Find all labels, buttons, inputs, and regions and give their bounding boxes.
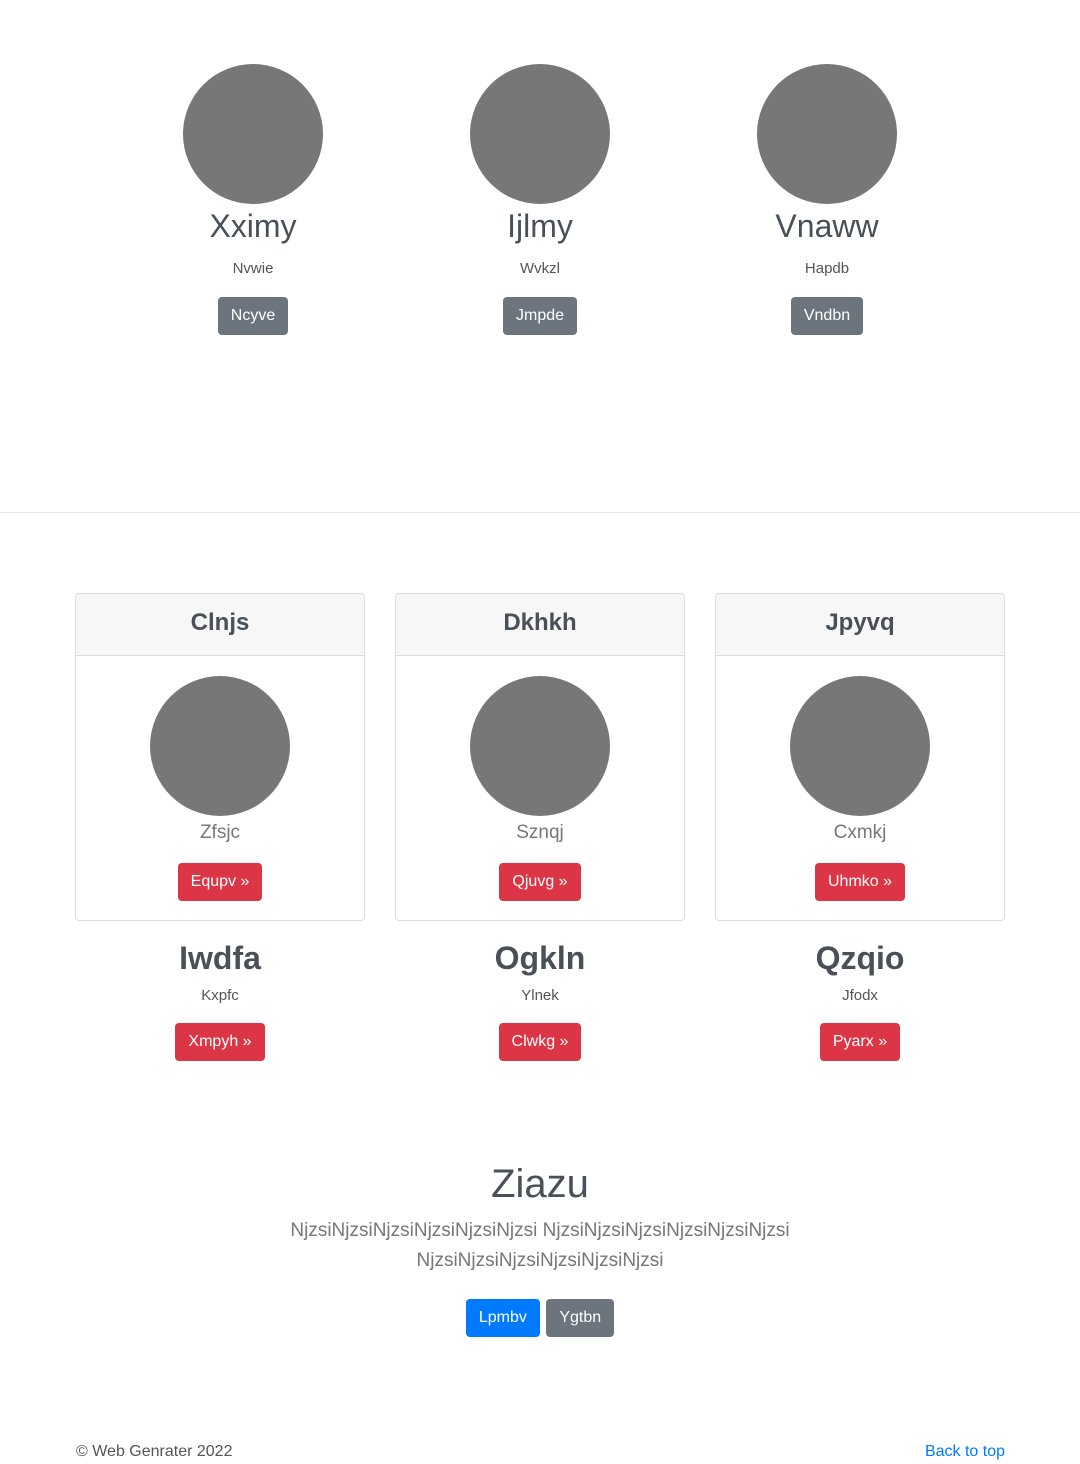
avatar: [790, 676, 930, 816]
profile-subtitle: Wvkzl: [520, 260, 560, 277]
feature-subtitle: Ylnek: [521, 987, 559, 1004]
card-caption: Sznqj: [516, 822, 564, 843]
card-header: Dkhkh: [396, 594, 684, 656]
profile-name: Ijlmy: [507, 208, 573, 244]
profile-subtitle: Nvwie: [232, 260, 274, 277]
card-caption: Cxmkj: [833, 822, 887, 843]
card: Dkhkh Sznqj Qjuvg »: [395, 593, 685, 921]
card-header: Jpyvq: [716, 594, 1004, 656]
card: Jpyvq Cxmkj Uhmko »: [715, 593, 1005, 921]
profile-item: Ijlmy Wvkzl Jmpde: [420, 64, 660, 335]
hero-heading: Ziazu: [491, 1162, 589, 1206]
profile-item: Vnaww Hapdb Vndbn: [707, 64, 947, 335]
feature-title: Ogkln: [494, 940, 586, 976]
avatar: [183, 64, 323, 204]
avatar: [757, 64, 897, 204]
back-to-top-link[interactable]: Back to top: [925, 1441, 1005, 1463]
card: Clnjs Zfsjc Equpv »: [75, 593, 365, 921]
hero-section: Ziazu NjzsiNjzsiNjzsiNjzsiNjzsiNjzsi Njz…: [0, 1158, 1080, 1337]
feature-subtitle: Kxpfc: [201, 987, 239, 1004]
profile-name: Vnaww: [775, 208, 879, 244]
avatar: [470, 64, 610, 204]
hero-lead: NjzsiNjzsiNjzsiNjzsiNjzsiNjzsi NjzsiNjzs…: [290, 1220, 790, 1271]
card-button[interactable]: Equpv »: [177, 863, 263, 901]
feature-button[interactable]: Clwkg »: [498, 1023, 582, 1061]
hero-actions: Lpmbv Ygtbn: [0, 1299, 1080, 1337]
feature-button[interactable]: Pyarx »: [819, 1023, 901, 1061]
card-button[interactable]: Qjuvg »: [499, 863, 581, 901]
profile-button[interactable]: Vndbn: [790, 297, 864, 335]
card-header: Clnjs: [76, 594, 364, 656]
page: Xximy Nvwie Ncyve Ijlmy Wvkzl Jmpde Vnaw…: [0, 0, 1080, 1464]
card-button[interactable]: Uhmko »: [814, 863, 906, 901]
feature-item: Iwdfa Kxpfc Xmpyh »: [76, 936, 364, 1061]
avatar: [150, 676, 290, 816]
profile-name: Xximy: [209, 208, 297, 244]
feature-item: Ogkln Ylnek Clwkg »: [396, 936, 684, 1061]
profile-button[interactable]: Ncyve: [217, 297, 289, 335]
feature-item: Qzqio Jfodx Pyarx »: [716, 936, 1004, 1061]
profile-button[interactable]: Jmpde: [502, 297, 578, 335]
card-caption: Zfsjc: [199, 822, 241, 843]
avatar: [470, 676, 610, 816]
hero-secondary-button[interactable]: Ygtbn: [546, 1299, 615, 1337]
profile-item: Xximy Nvwie Ncyve: [133, 64, 373, 335]
section-divider: [0, 512, 1080, 513]
profile-subtitle: Hapdb: [804, 260, 850, 277]
copyright-text: © Web Genrater 2022: [76, 1443, 233, 1460]
feature-button[interactable]: Xmpyh »: [175, 1023, 265, 1061]
feature-subtitle: Jfodx: [842, 987, 878, 1004]
feature-title: Qzqio: [815, 940, 905, 976]
feature-title: Iwdfa: [179, 940, 261, 976]
hero-primary-button[interactable]: Lpmbv: [465, 1299, 540, 1337]
footer: © Web Genrater 2022 Back to top: [76, 1441, 1005, 1463]
